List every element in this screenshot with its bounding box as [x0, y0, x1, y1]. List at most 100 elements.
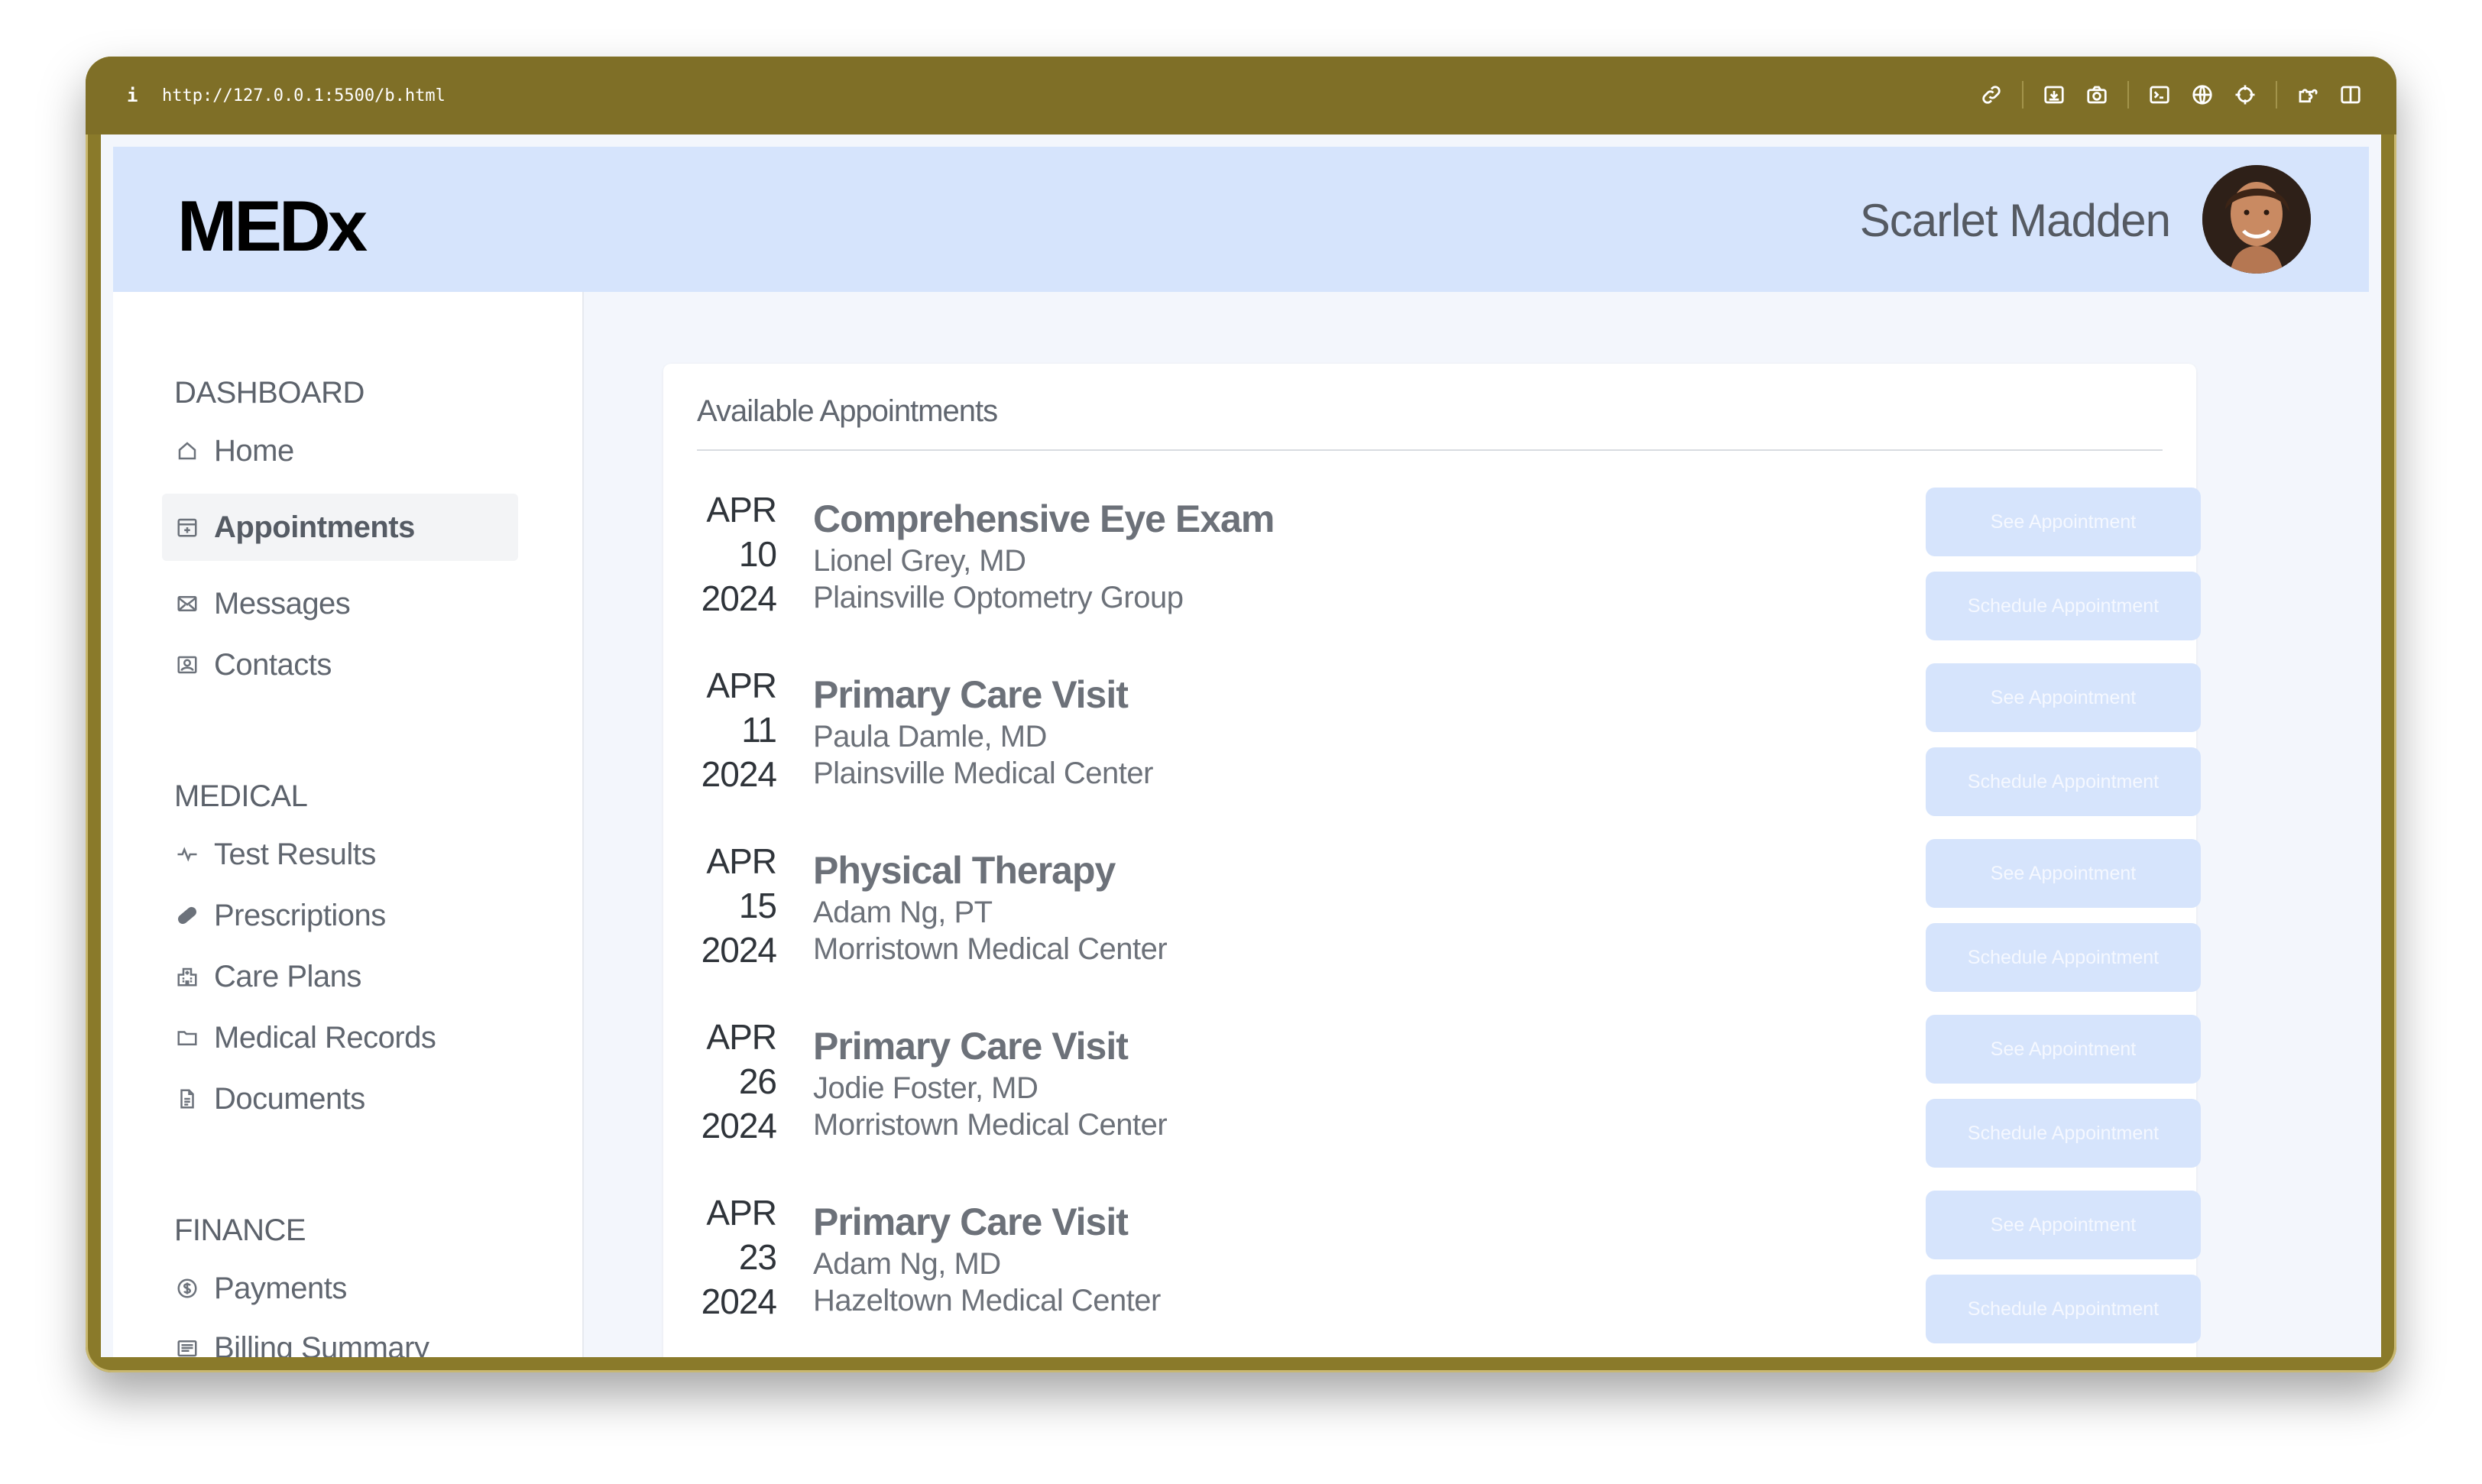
app-header: MEDx Scarlet Madden — [113, 147, 2369, 292]
sidebar-item-appointments[interactable]: Appointments — [162, 494, 518, 561]
crosshair-icon[interactable] — [2230, 79, 2260, 110]
hospital-icon — [174, 965, 200, 988]
extension-icon[interactable] — [2292, 79, 2323, 110]
appointment-title: Physical Therapy — [813, 849, 1116, 892]
sidebar-item-medical-records[interactable]: Medical Records — [162, 1004, 518, 1071]
document-icon — [174, 1087, 200, 1110]
appointment-date: APR 23 2024 — [697, 1191, 777, 1324]
folder-icon — [174, 1026, 200, 1049]
sidebar: DASHBOARD Home Appointments Messages Con… — [113, 292, 584, 1357]
appointment-title: Primary Care Visit — [813, 673, 1129, 716]
appointment-row: APR 15 2024 Physical Therapy Adam Ng, PT… — [697, 839, 2201, 1015]
date-day: 15 — [738, 886, 777, 925]
download-icon[interactable] — [2039, 79, 2069, 110]
contact-card-icon — [174, 653, 200, 676]
card-divider — [697, 449, 2163, 451]
appointment-date: APR 15 2024 — [697, 839, 777, 972]
date-year: 2024 — [701, 930, 777, 970]
date-year: 2024 — [701, 1106, 777, 1145]
appointment-location: Plainsville Medical Center — [813, 757, 1153, 790]
date-day: 26 — [738, 1061, 777, 1101]
date-day: 23 — [738, 1237, 777, 1277]
date-year: 2024 — [701, 754, 777, 794]
home-icon — [174, 439, 200, 462]
section-title-finance: FINANCE — [174, 1213, 306, 1247]
pill-icon — [174, 904, 200, 927]
date-month: APR — [706, 666, 777, 705]
sidebar-item-payments[interactable]: Payments — [162, 1255, 518, 1322]
date-year: 2024 — [701, 1281, 777, 1321]
appointment-location: Hazeltown Medical Center — [813, 1284, 1161, 1317]
schedule-appointment-button[interactable]: Schedule Appointment — [1926, 923, 2201, 992]
appointment-row: APR 23 2024 Primary Care Visit Adam Ng, … — [697, 1191, 2201, 1357]
appointment-row: APR 10 2024 Comprehensive Eye Exam Lione… — [697, 488, 2201, 663]
page-viewport: MEDx Scarlet Madden DASHBOARD Home Appoi… — [101, 134, 2381, 1357]
receipt-icon — [174, 1337, 200, 1357]
info-icon[interactable]: i — [127, 85, 150, 106]
sidebar-item-messages[interactable]: Messages — [162, 570, 518, 637]
sidebar-item-label: Test Results — [214, 837, 376, 871]
schedule-appointment-button[interactable]: Schedule Appointment — [1926, 1275, 2201, 1343]
link-icon[interactable] — [1976, 79, 2007, 110]
sidebar-item-label: Documents — [214, 1081, 365, 1116]
date-month: APR — [706, 841, 777, 881]
toolbar-divider — [2276, 81, 2277, 109]
appointment-location: Morristown Medical Center — [813, 932, 1168, 966]
date-day: 10 — [738, 534, 777, 574]
dollar-circle-icon — [174, 1277, 200, 1300]
appointment-location: Morristown Medical Center — [813, 1108, 1168, 1142]
section-title-dashboard: DASHBOARD — [174, 376, 365, 410]
browser-window: i http://127.0.0.1:5500/b.html MEDx Scar… — [86, 57, 2396, 1372]
appointment-doctor: Paula Damle, MD — [813, 720, 1047, 753]
sidebar-item-label: Billing Summary — [214, 1330, 429, 1358]
terminal-icon[interactable] — [2144, 79, 2175, 110]
see-appointment-button[interactable]: See Appointment — [1926, 839, 2201, 908]
date-month: APR — [706, 490, 777, 530]
app-logo[interactable]: MEDx — [177, 185, 368, 267]
toolbar-divider — [2022, 81, 2024, 109]
appointment-date: APR 11 2024 — [697, 663, 777, 796]
sidebar-item-label: Appointments — [214, 510, 415, 544]
appointment-doctor: Adam Ng, MD — [813, 1247, 1001, 1281]
calendar-plus-icon — [174, 516, 200, 539]
appointment-title: Comprehensive Eye Exam — [813, 497, 1275, 540]
see-appointment-button[interactable]: See Appointment — [1926, 663, 2201, 732]
appointment-location: Plainsville Optometry Group — [813, 581, 1184, 614]
section-title-medical: MEDICAL — [174, 779, 308, 813]
sidebar-icon[interactable] — [2335, 79, 2366, 110]
date-month: APR — [706, 1193, 777, 1233]
see-appointment-button[interactable]: See Appointment — [1926, 1015, 2201, 1084]
see-appointment-button[interactable]: See Appointment — [1926, 1191, 2201, 1259]
pulse-icon — [174, 843, 200, 866]
see-appointment-button[interactable]: See Appointment — [1926, 488, 2201, 556]
url-bar[interactable]: http://127.0.0.1:5500/b.html — [162, 86, 446, 105]
date-month: APR — [706, 1017, 777, 1057]
appointment-title: Primary Care Visit — [813, 1200, 1129, 1243]
sidebar-item-billing-summary[interactable]: Billing Summary — [162, 1314, 518, 1357]
appointment-doctor: Jodie Foster, MD — [813, 1071, 1038, 1105]
sidebar-item-home[interactable]: Home — [162, 417, 518, 484]
sidebar-item-label: Care Plans — [214, 959, 361, 993]
sidebar-item-documents[interactable]: Documents — [162, 1065, 518, 1132]
sidebar-item-contacts[interactable]: Contacts — [162, 631, 518, 698]
appointment-row: APR 11 2024 Primary Care Visit Paula Dam… — [697, 663, 2201, 839]
date-year: 2024 — [701, 578, 777, 618]
sidebar-item-test-results[interactable]: Test Results — [162, 821, 518, 888]
camera-icon[interactable] — [2082, 79, 2112, 110]
sidebar-item-label: Prescriptions — [214, 898, 386, 932]
sidebar-item-care-plans[interactable]: Care Plans — [162, 943, 518, 1010]
browser-titlebar: i http://127.0.0.1:5500/b.html — [86, 57, 2396, 134]
user-name: Scarlet Madden — [1859, 195, 2171, 246]
appointment-date: APR 26 2024 — [697, 1015, 777, 1148]
schedule-appointment-button[interactable]: Schedule Appointment — [1926, 747, 2201, 816]
date-day: 11 — [741, 710, 777, 750]
avatar[interactable] — [2202, 165, 2311, 274]
sidebar-item-prescriptions[interactable]: Prescriptions — [162, 882, 518, 949]
browser-toolbar — [1964, 79, 2366, 110]
schedule-appointment-button[interactable]: Schedule Appointment — [1926, 1099, 2201, 1168]
appointment-doctor: Lionel Grey, MD — [813, 544, 1026, 578]
schedule-appointment-button[interactable]: Schedule Appointment — [1926, 572, 2201, 640]
globe-icon[interactable] — [2187, 79, 2218, 110]
toolbar-divider — [2127, 81, 2129, 109]
appointment-title: Primary Care Visit — [813, 1025, 1129, 1068]
